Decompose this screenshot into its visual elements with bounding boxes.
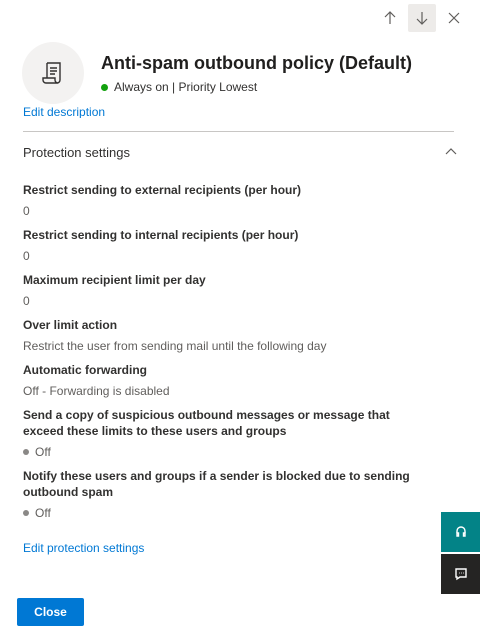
- field-value: Restrict the user from sending mail unti…: [23, 339, 327, 353]
- policy-status: Always on | Priority Lowest: [101, 80, 412, 94]
- field-label: Maximum recipient limit per day: [23, 273, 206, 287]
- field-internal-limit: Restrict sending to internal recipients …: [23, 227, 423, 264]
- help-button[interactable]: [441, 512, 480, 552]
- protection-settings-header[interactable]: Protection settings: [23, 138, 458, 166]
- policy-scroll-icon: [42, 62, 61, 84]
- field-label: Restrict sending to external recipients …: [23, 183, 302, 197]
- next-item-button[interactable]: [408, 4, 436, 32]
- chevron-up-icon[interactable]: [444, 145, 458, 159]
- policy-status-text: Always on | Priority Lowest: [114, 80, 258, 94]
- field-value-status: Off: [23, 444, 423, 460]
- field-value: Off: [35, 445, 51, 459]
- protection-settings-content: Restrict sending to external recipients …: [23, 182, 423, 555]
- policy-header: Anti-spam outbound policy (Default) Alwa…: [22, 42, 412, 104]
- status-off-dot: [23, 510, 29, 516]
- close-button[interactable]: Close: [17, 598, 84, 626]
- field-label: Notify these users and groups if a sende…: [23, 469, 410, 499]
- close-icon: [448, 12, 460, 24]
- policy-avatar: [22, 42, 84, 104]
- section-title: Protection settings: [23, 144, 130, 160]
- field-label: Over limit action: [23, 318, 118, 332]
- field-value: Off - Forwarding is disabled: [23, 384, 170, 398]
- field-daily-limit: Maximum recipient limit per day 0: [23, 272, 423, 309]
- field-value: 0: [23, 294, 30, 308]
- field-notify-blocked: Notify these users and groups if a sende…: [23, 468, 423, 521]
- field-label: Automatic forwarding: [23, 363, 148, 377]
- edit-protection-settings-link[interactable]: Edit protection settings: [23, 541, 423, 555]
- field-value: 0: [23, 249, 30, 263]
- field-over-limit-action: Over limit action Restrict the user from…: [23, 317, 423, 354]
- status-off-dot: [23, 449, 29, 455]
- feedback-button[interactable]: [441, 554, 480, 594]
- edit-description-link[interactable]: Edit description: [23, 100, 105, 118]
- close-panel-button[interactable]: [440, 4, 468, 32]
- field-value-status: Off: [23, 505, 423, 521]
- field-label: Restrict sending to internal recipients …: [23, 228, 299, 242]
- previous-item-button[interactable]: [376, 4, 404, 32]
- help-agent-icon: [455, 526, 466, 537]
- arrow-up-icon: [384, 11, 396, 24]
- field-value: 0: [23, 204, 30, 218]
- field-send-copy: Send a copy of suspicious outbound messa…: [23, 407, 423, 460]
- field-automatic-forwarding: Automatic forwarding Off - Forwarding is…: [23, 362, 423, 399]
- arrow-down-icon: [416, 12, 428, 25]
- section-divider: [23, 131, 454, 132]
- panel-navigation: [376, 4, 468, 32]
- status-on-dot: [101, 83, 108, 91]
- field-label: Send a copy of suspicious outbound messa…: [23, 408, 390, 438]
- field-external-limit: Restrict sending to external recipients …: [23, 182, 423, 219]
- field-value: Off: [35, 506, 51, 520]
- feedback-icon: [454, 568, 467, 581]
- policy-title: Anti-spam outbound policy (Default): [101, 53, 412, 73]
